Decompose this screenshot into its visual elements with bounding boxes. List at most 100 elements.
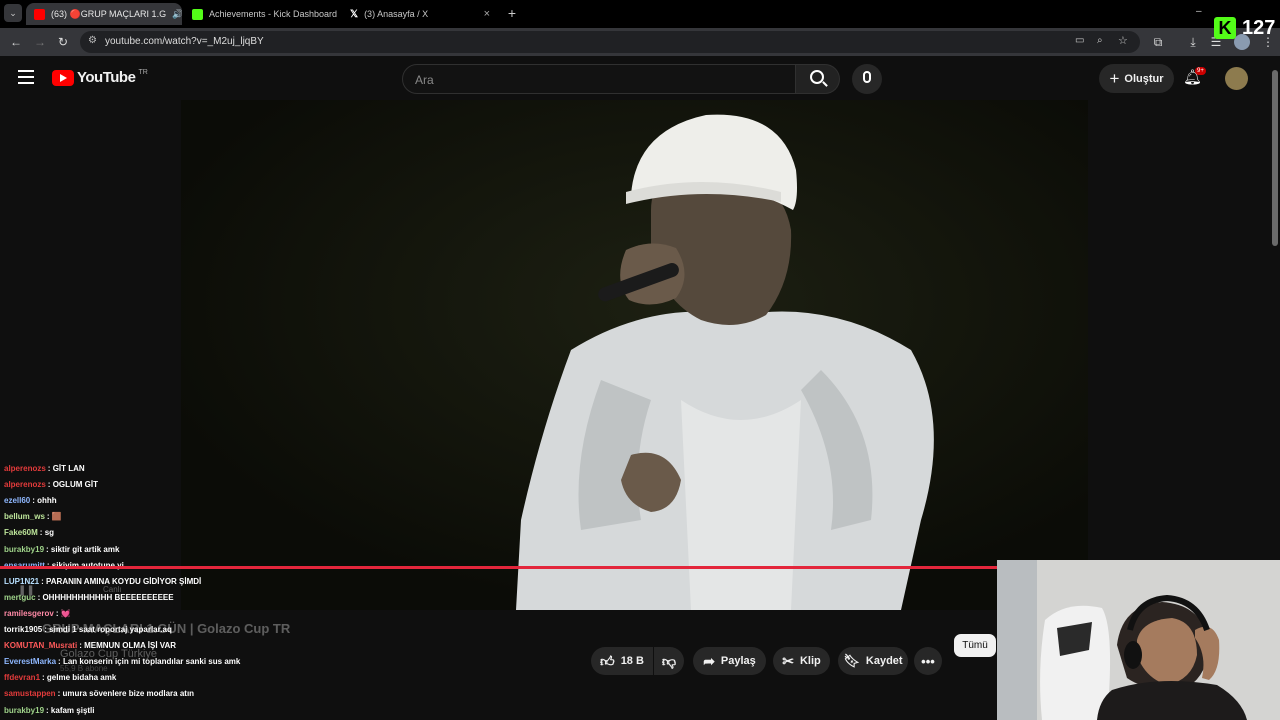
chat-username[interactable]: burakby19 — [4, 706, 44, 715]
close-tab-icon[interactable]: × — [484, 8, 490, 20]
back-icon[interactable]: ← — [8, 34, 24, 50]
video-title: GRUP MAÇLARI 1.GÜN | Golazo Cup TR — [42, 621, 291, 636]
chat-text: siktir git artik amk — [50, 544, 120, 554]
chat-username[interactable]: alperenozs — [4, 480, 46, 489]
chat-text: OHHHHHHHHHHH BEEEEEEEEEE — [42, 592, 174, 602]
chat-username[interactable]: torrik1905 — [4, 625, 42, 634]
kick-count: 127 — [1242, 16, 1276, 39]
page-scrollbar[interactable] — [1272, 70, 1278, 246]
chat-text: kafam şiştli — [50, 705, 95, 715]
pause-icon[interactable]: ❚❚ — [18, 585, 35, 596]
scissors-icon: ✂ — [782, 652, 794, 669]
url-text: youtube.com/watch?v=_M2uj_ljqBY — [105, 36, 264, 47]
youtube-logo-text: YouTube — [77, 69, 136, 86]
kick-overlay: K 127 — [1214, 14, 1275, 42]
more-horizontal-icon: ••• — [921, 653, 935, 669]
youtube-header: YouTube TR Ara + Oluştur 🔔︎ 9+ — [0, 56, 1280, 100]
like-count: 18 B — [620, 655, 644, 667]
browser-tab-youtube[interactable]: (63) 🔴GRUP MAÇLARI 1.G 🔊 × — [26, 3, 182, 25]
chat-username[interactable]: alperenozs — [4, 464, 46, 473]
dislike-button[interactable]: 👎︎ — [654, 647, 684, 675]
forward-icon[interactable]: → — [32, 34, 48, 50]
subscriber-count: 55,9 B abone — [60, 664, 108, 673]
chat-message: burakby19: siktir git artik amk — [4, 545, 119, 554]
thumbs-up-icon: 👍︎ — [600, 652, 615, 669]
share-label: Paylaş — [720, 655, 756, 667]
tab-label: Achievements - Kick Dashboard — [209, 9, 338, 19]
tab-search-dropdown[interactable]: ⌄ — [4, 4, 22, 22]
clip-button[interactable]: ✂ Klip — [773, 647, 830, 675]
speaker-icon[interactable]: 🔊 — [172, 9, 182, 20]
chat-message: ramilesgerov: 💓 — [4, 609, 71, 618]
filter-chip-all[interactable]: Tümü — [954, 634, 996, 657]
more-actions-button[interactable]: ••• — [914, 647, 942, 675]
reload-icon[interactable]: ↻ — [55, 34, 71, 50]
youtube-favicon-icon — [34, 8, 45, 20]
chat-message: ffdevran1: gelme bidaha amk — [4, 673, 116, 682]
chat-message: samustappen: umura sövenlere bize modlar… — [4, 689, 194, 698]
chat-username[interactable]: bellum_ws — [4, 512, 45, 521]
bookmark-star-icon[interactable]: ☆ — [1118, 34, 1128, 47]
notification-badge: 9+ — [1195, 67, 1206, 75]
browser-tab-kick[interactable]: Achievements - Kick Dashboard × — [184, 3, 340, 25]
notifications-button[interactable]: 🔔︎ 9+ — [1183, 67, 1206, 88]
search-button[interactable] — [796, 64, 840, 94]
chat-username[interactable]: burakby19 — [4, 545, 44, 554]
thumbs-down-icon: 👎︎ — [661, 652, 677, 669]
live-label: Canlı — [103, 585, 122, 594]
save-label: Kaydet — [865, 655, 903, 667]
bookmark-icon: 🔖︎ — [843, 653, 860, 668]
chat-text: OGLUM GİT — [52, 480, 99, 490]
webcam-scene — [997, 560, 1280, 720]
minimize-button[interactable]: – — [1196, 6, 1202, 17]
video-progress-bar[interactable] — [0, 566, 999, 569]
site-info-icon[interactable]: ⚙ — [88, 35, 97, 46]
chat-text: sg — [44, 528, 55, 538]
kick-logo-icon: K — [1214, 17, 1236, 39]
create-button[interactable]: + Oluştur — [1099, 64, 1174, 93]
region-label: TR — [138, 69, 148, 76]
tab-label: (3) Anasayfa / X — [364, 9, 429, 19]
voice-search-button[interactable] — [852, 64, 882, 94]
clip-label: Klip — [799, 655, 821, 667]
chat-text: 💓 — [60, 608, 71, 618]
chat-message: bellum_ws: 🟫 — [4, 512, 62, 521]
download-icon[interactable]: ⤓ — [1185, 34, 1201, 50]
chat-message: Fake60M: sg — [4, 528, 54, 537]
chat-text: PARANIN AMINA KOYDU GİDİYOR ŞİMDİ — [46, 576, 202, 586]
chat-message: burakby19: kafam şiştli — [4, 706, 95, 715]
chat-message: ezell60: ohhh — [4, 496, 57, 505]
chat-username[interactable]: EverestMarka — [4, 657, 56, 666]
cast-icon[interactable]: ▭ — [1075, 35, 1084, 46]
account-avatar[interactable] — [1225, 67, 1248, 90]
share-arrow-icon: ➦ — [703, 652, 715, 669]
zoom-icon[interactable]: ⌕ — [1097, 35, 1103, 46]
channel-name[interactable]: Golazo Cup Türkiye — [60, 648, 157, 660]
address-bar[interactable]: ⚙ youtube.com/watch?v=_M2uj_ljqBY ▭ ⌕ ☆ — [80, 31, 1140, 53]
search-placeholder: Ara — [415, 73, 434, 87]
hamburger-menu-icon[interactable] — [18, 70, 34, 84]
chat-username[interactable]: Fake60M — [4, 528, 38, 537]
streamer-webcam — [997, 560, 1280, 720]
microphone-icon — [863, 71, 871, 83]
browser-tab-x[interactable]: 𝕏 (3) Anasayfa / X × — [342, 3, 498, 25]
chat-text: GİT LAN — [52, 464, 85, 473]
chat-username[interactable]: ffdevran1 — [4, 673, 40, 682]
share-button[interactable]: ➦ Paylaş — [693, 647, 766, 675]
chat-text: ohhh — [37, 496, 57, 506]
chat-username[interactable]: ramilesgerov — [4, 609, 54, 618]
youtube-play-icon — [52, 69, 74, 86]
browser-toolbar: ← → ↻ ⚙ youtube.com/watch?v=_M2uj_ljqBY … — [0, 28, 1280, 56]
search-input[interactable]: Ara — [402, 64, 796, 94]
youtube-logo[interactable]: YouTube TR — [52, 69, 148, 86]
create-label: Oluştur — [1124, 72, 1164, 85]
extensions-icon[interactable]: ⧉ — [1150, 34, 1166, 50]
like-button[interactable]: 👍︎ 18 B — [591, 647, 653, 675]
tab-label: (63) 🔴GRUP MAÇLARI 1.G — [51, 8, 167, 19]
kick-favicon-icon — [192, 8, 203, 20]
new-tab-button[interactable]: + — [504, 4, 520, 22]
save-button[interactable]: 🔖︎ Kaydet — [838, 647, 908, 675]
chat-username[interactable]: ezell60 — [4, 496, 30, 505]
x-favicon-icon: 𝕏 — [350, 8, 359, 20]
chat-username[interactable]: samustappen — [4, 689, 56, 698]
